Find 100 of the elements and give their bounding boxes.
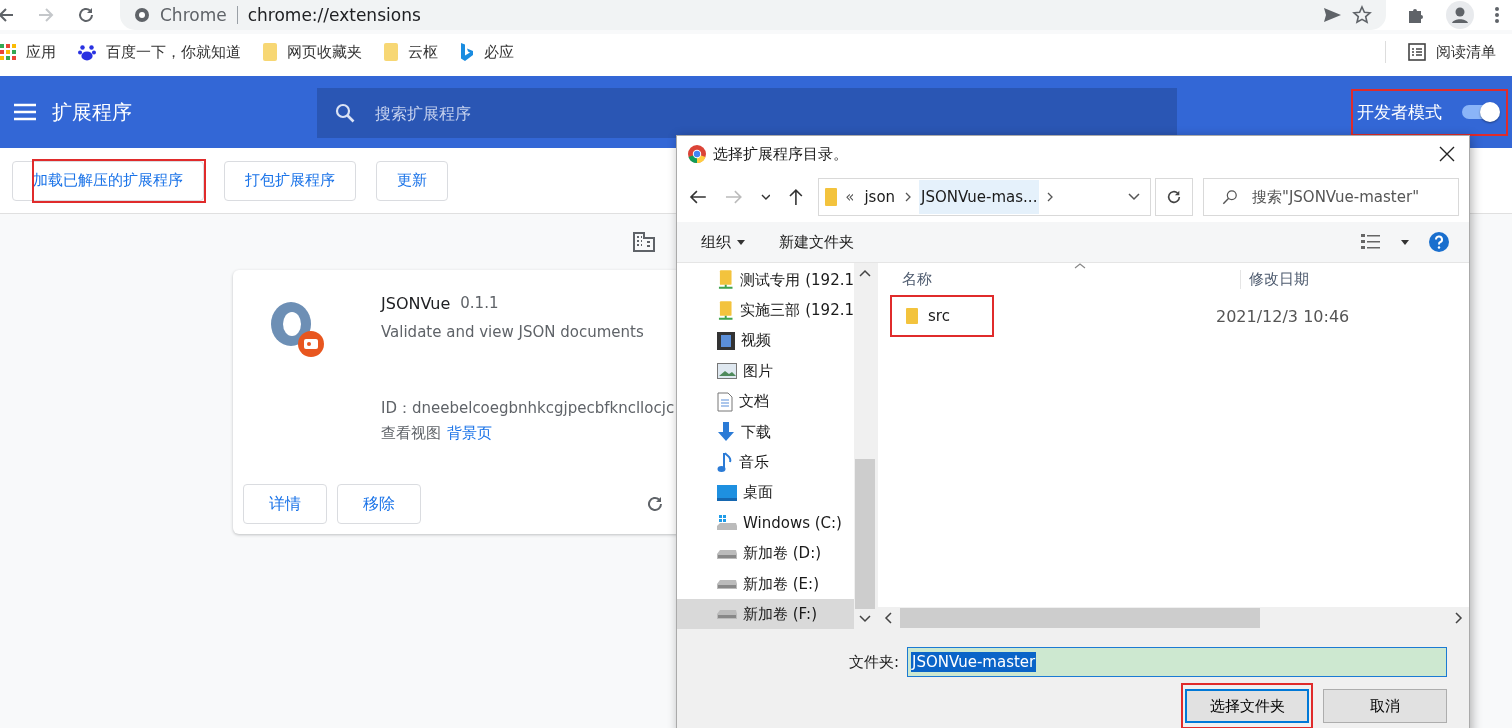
menu-icon[interactable] bbox=[14, 103, 36, 121]
url-text: chrome://extensions bbox=[247, 5, 421, 25]
bookmark-item[interactable]: 云枢 bbox=[384, 42, 438, 62]
scroll-up-icon[interactable] bbox=[859, 269, 871, 277]
dialog-button[interactable]: 取消 bbox=[1323, 689, 1447, 723]
scroll-left-icon[interactable] bbox=[884, 612, 892, 624]
folder-icon bbox=[263, 43, 277, 61]
paw-icon bbox=[78, 43, 96, 61]
globe-icon bbox=[134, 7, 150, 23]
nav-item[interactable]: 测试专用 (192.1 bbox=[677, 265, 854, 296]
drive-icon bbox=[717, 608, 737, 621]
developer-mode-label: 开发者模式 bbox=[1357, 100, 1442, 124]
nav-item[interactable]: 新加卷 (D:) bbox=[677, 538, 854, 569]
chevron-icon bbox=[1047, 192, 1054, 202]
address-bar[interactable]: Chrome chrome://extensions bbox=[120, 0, 1386, 30]
system-drive-icon bbox=[717, 515, 737, 532]
dialog-title: 选择扩展程序目录。 bbox=[713, 144, 848, 164]
list-icon bbox=[1408, 43, 1426, 61]
send-icon[interactable] bbox=[1322, 5, 1342, 25]
bookmark-item[interactable]: 必应 bbox=[460, 42, 514, 62]
nav-item[interactable]: 新加卷 (E:) bbox=[677, 568, 854, 600]
caret-icon[interactable] bbox=[1401, 239, 1409, 245]
chrome-logo-icon bbox=[687, 144, 707, 164]
nav-item[interactable]: 文档 bbox=[677, 386, 854, 417]
refresh-icon bbox=[1166, 189, 1183, 205]
folder-icon bbox=[825, 188, 838, 206]
nav-item[interactable]: 实施三部 (192.1 bbox=[677, 295, 854, 326]
search-input[interactable]: 搜索"JSONVue-master" bbox=[1250, 187, 1446, 207]
close-icon[interactable] bbox=[1439, 146, 1455, 162]
scroll-down-icon[interactable] bbox=[859, 615, 871, 623]
view-options-icon[interactable] bbox=[1361, 233, 1381, 251]
folder-field[interactable]: JSONVue-master bbox=[907, 647, 1447, 677]
breadcrumb-item[interactable]: JSONVue-mas... bbox=[919, 180, 1040, 214]
version-text: 0.1.1 bbox=[460, 294, 499, 313]
dialog-button[interactable]: 选择文件夹 bbox=[1185, 689, 1309, 723]
file-name[interactable]: src bbox=[928, 307, 950, 325]
search-box[interactable]: 搜索"JSONVue-master" bbox=[1203, 178, 1459, 216]
document-icon bbox=[717, 391, 733, 412]
caret-icon[interactable] bbox=[1128, 193, 1141, 201]
nav-item[interactable]: 视频 bbox=[677, 325, 854, 357]
picture-icon bbox=[717, 363, 737, 380]
modified-date: 2021/12/3 10:46 bbox=[1215, 306, 1350, 326]
site-label: Chrome bbox=[160, 5, 227, 25]
music-note-icon bbox=[717, 451, 733, 474]
help-icon[interactable] bbox=[1429, 232, 1449, 252]
bookmark-item[interactable]: 应用 bbox=[0, 42, 56, 62]
bookmark-item[interactable]: 网页收藏夹 bbox=[263, 42, 362, 62]
command-button[interactable]: 组织 bbox=[701, 232, 745, 252]
reading-list-button[interactable]: 阅读清单 bbox=[1408, 42, 1496, 62]
drive-icon bbox=[717, 547, 737, 560]
toolbar-button[interactable]: 打包扩展程序 bbox=[224, 160, 356, 201]
column-header[interactable]: 修改日期 bbox=[1240, 269, 1309, 289]
more-icon[interactable] bbox=[1494, 5, 1500, 25]
down-arrow-icon bbox=[717, 422, 735, 443]
extension-name: JSONVue bbox=[381, 294, 451, 313]
desktop-icon bbox=[717, 484, 737, 501]
folder-icon bbox=[906, 308, 918, 324]
reload-icon[interactable] bbox=[76, 5, 96, 25]
grid-icon bbox=[0, 44, 16, 60]
drive-icon bbox=[717, 578, 737, 591]
back-icon[interactable] bbox=[689, 189, 707, 205]
caret-icon[interactable] bbox=[760, 194, 771, 200]
card-button[interactable]: 移除 bbox=[337, 484, 421, 524]
avatar-icon[interactable] bbox=[1446, 1, 1474, 29]
extension-id: ID：dneebelcoegbnhkcgjpecbfkncllocjc bbox=[381, 399, 675, 418]
toggle-switch[interactable] bbox=[1462, 105, 1498, 119]
background-page-link[interactable]: 背景页 bbox=[447, 424, 492, 443]
search-icon bbox=[1222, 189, 1238, 205]
card-button[interactable]: 详情 bbox=[243, 484, 327, 524]
sort-caret-icon bbox=[1074, 263, 1086, 269]
toolbar-button[interactable]: 加载已解压的扩展程序 bbox=[12, 160, 204, 201]
search-icon bbox=[335, 103, 355, 123]
scrollbar[interactable] bbox=[854, 263, 876, 629]
network-folder-icon bbox=[717, 300, 735, 321]
bookmark-item[interactable]: 百度一下，你就知道 bbox=[78, 42, 241, 62]
scroll-right-icon[interactable] bbox=[1455, 612, 1463, 624]
film-icon bbox=[717, 330, 735, 351]
breadcrumb-bar[interactable]: « json JSONVue-mas... bbox=[818, 178, 1152, 216]
nav-item[interactable]: 图片 bbox=[677, 356, 854, 387]
bing-icon bbox=[460, 43, 474, 61]
overflow-chevrons[interactable]: « bbox=[845, 188, 855, 206]
toolbar-button[interactable]: 更新 bbox=[376, 160, 448, 201]
up-icon[interactable] bbox=[788, 188, 805, 206]
breadcrumb-item[interactable]: json bbox=[862, 180, 898, 214]
reload-icon[interactable] bbox=[645, 494, 665, 514]
command-button[interactable]: 新建文件夹 bbox=[779, 232, 854, 252]
nav-item[interactable]: 桌面 bbox=[677, 477, 854, 509]
scrollbar[interactable] bbox=[878, 607, 1469, 629]
page-title: 扩展程序 bbox=[52, 98, 133, 126]
folder-label: 文件夹: bbox=[848, 652, 899, 672]
nav-item[interactable]: Windows (C:) bbox=[677, 508, 854, 539]
nav-item[interactable]: 音乐 bbox=[677, 447, 854, 478]
network-folder-icon bbox=[717, 270, 735, 291]
views-label: 查看视图 bbox=[381, 424, 441, 443]
refresh-button[interactable] bbox=[1155, 178, 1193, 216]
building-icon bbox=[633, 232, 655, 252]
star-icon[interactable] bbox=[1352, 5, 1372, 25]
column-header[interactable]: 名称 bbox=[878, 269, 1240, 289]
nav-item[interactable]: 新加卷 (F:) bbox=[677, 599, 854, 629]
nav-item[interactable]: 下载 bbox=[677, 416, 854, 448]
